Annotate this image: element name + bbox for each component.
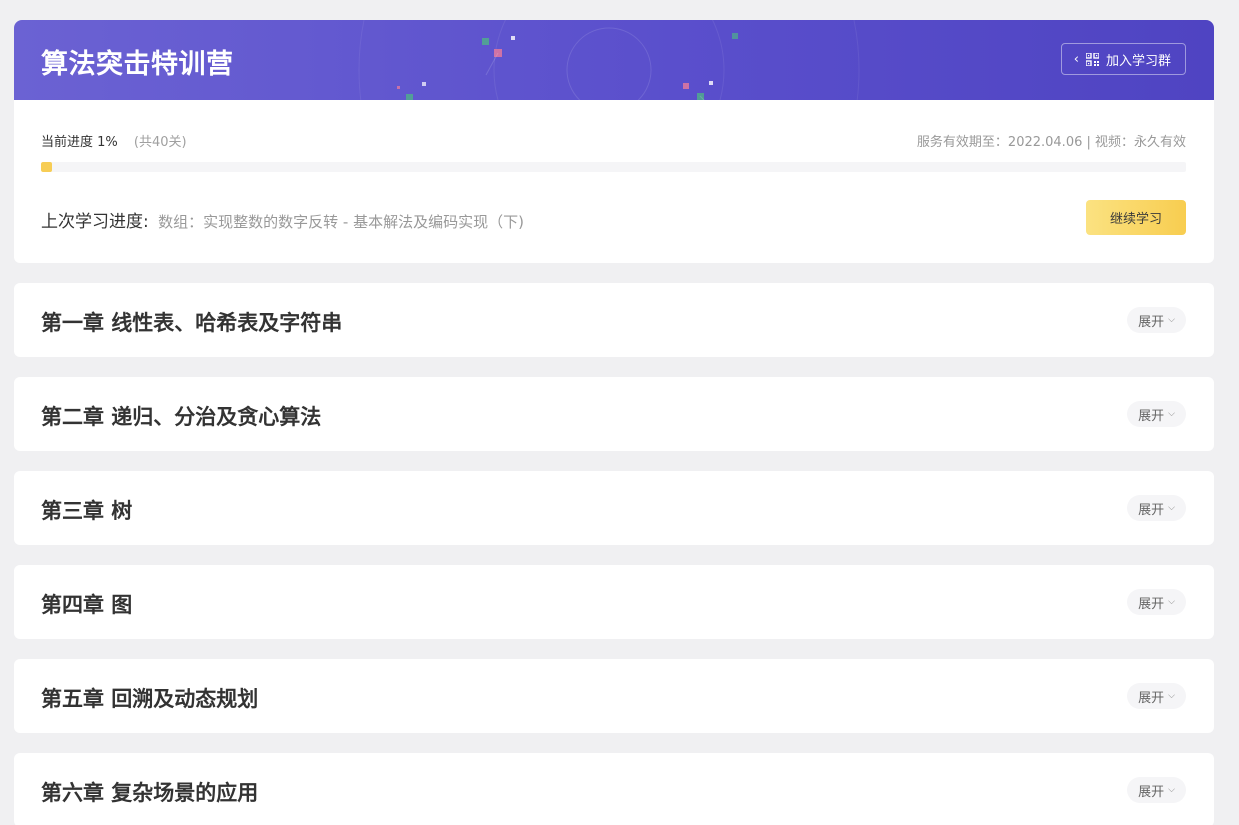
expand-label: 展开 xyxy=(1138,502,1165,518)
course-title: 算法突击特训营 xyxy=(41,49,234,80)
expand-label: 展开 xyxy=(1138,314,1165,330)
course-page: 算法突击特训营 ‹ 加入学习群 当前进度 1% (共40关) 服务有效期至：20… xyxy=(0,0,1239,825)
expand-label: 展开 xyxy=(1138,690,1165,706)
expand-button[interactable]: 展开 ⌵ xyxy=(1127,307,1186,333)
service-validity-info: 服务有效期至：2022.04.06 | 视频：永久有效 xyxy=(916,135,1186,150)
chapter-title: 第六章 复杂场景的应用 xyxy=(41,781,259,805)
expand-label: 展开 xyxy=(1138,784,1165,800)
chevron-down-icon: ⌵ xyxy=(1168,409,1175,419)
join-study-group-button[interactable]: ‹ 加入学习群 xyxy=(1060,43,1186,75)
chapter-title: 第五章 回溯及动态规划 xyxy=(41,687,259,711)
expand-button[interactable]: 展开 ⌵ xyxy=(1127,777,1186,803)
progress-bar-fill xyxy=(41,162,53,172)
chapter-item[interactable]: 第二章 递归、分治及贪心算法 展开 ⌵ xyxy=(14,377,1214,451)
progress-label-line: 当前进度 1% (共40关) xyxy=(41,131,187,150)
chapter-item[interactable]: 第五章 回溯及动态规划 展开 ⌵ xyxy=(14,659,1214,733)
progress-total-label: (共40关) xyxy=(133,135,187,150)
last-study-progress: 上次学习进度: 数组：实现整数的数字反转 - 基本解法及编码实现（下) xyxy=(41,207,524,232)
chapter-item[interactable]: 第三章 树 展开 ⌵ xyxy=(14,471,1214,545)
progress-card: 当前进度 1% (共40关) 服务有效期至：2022.04.06 | 视频：永久… xyxy=(14,100,1214,263)
expand-button[interactable]: 展开 ⌵ xyxy=(1127,683,1186,709)
chevron-down-icon: ⌵ xyxy=(1168,315,1175,325)
expand-label: 展开 xyxy=(1138,408,1165,424)
chapter-title: 第二章 递归、分治及贪心算法 xyxy=(41,405,322,429)
chevron-down-icon: ⌵ xyxy=(1168,785,1175,795)
chapter-title: 第三章 树 xyxy=(41,499,133,523)
course-banner: 算法突击特训营 ‹ 加入学习群 xyxy=(14,20,1214,100)
qr-code-icon xyxy=(1085,52,1099,66)
chevron-left-icon: ‹ xyxy=(1073,51,1079,67)
join-study-group-label: 加入学习群 xyxy=(1105,53,1171,69)
chapter-item[interactable]: 第六章 复杂场景的应用 展开 ⌵ xyxy=(14,753,1214,825)
chapter-item[interactable]: 第一章 线性表、哈希表及字符串 展开 ⌵ xyxy=(14,283,1214,357)
continue-study-button[interactable]: 继续学习 xyxy=(1086,200,1186,235)
expand-button[interactable]: 展开 ⌵ xyxy=(1127,589,1186,615)
expand-button[interactable]: 展开 ⌵ xyxy=(1127,401,1186,427)
last-study-label: 上次学习进度: xyxy=(41,212,149,232)
chapter-item[interactable]: 第四章 图 展开 ⌵ xyxy=(14,565,1214,639)
chevron-down-icon: ⌵ xyxy=(1168,503,1175,513)
chapter-title: 第一章 线性表、哈希表及字符串 xyxy=(41,311,343,335)
progress-percent-label: 当前进度 1% xyxy=(41,135,118,150)
progress-bar xyxy=(41,162,1186,172)
last-study-lesson[interactable]: 数组：实现整数的数字反转 - 基本解法及编码实现（下) xyxy=(158,213,524,231)
chevron-down-icon: ⌵ xyxy=(1168,597,1175,607)
chapter-title: 第四章 图 xyxy=(41,593,133,617)
expand-label: 展开 xyxy=(1138,596,1165,612)
expand-button[interactable]: 展开 ⌵ xyxy=(1127,495,1186,521)
chevron-down-icon: ⌵ xyxy=(1168,691,1175,701)
